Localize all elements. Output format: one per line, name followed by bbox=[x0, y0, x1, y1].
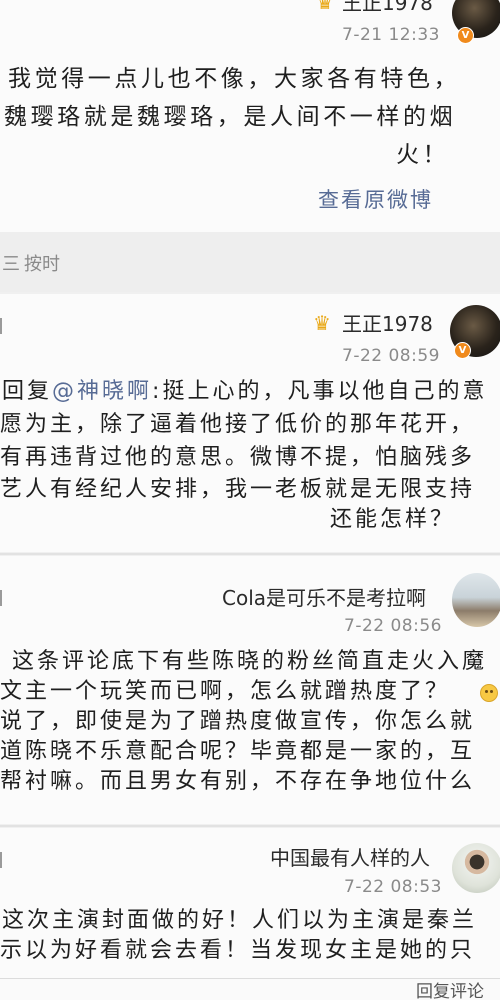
comment-text-line: 这次主演封面做的好！人们以为主演是秦兰 bbox=[2, 908, 478, 933]
reply-comment-button[interactable]: 回复评论 bbox=[416, 981, 500, 1000]
divider bbox=[0, 825, 500, 827]
comment-time: 7-22 08:56 bbox=[344, 616, 442, 636]
comment-text-line: 艺人有经纪人安排，我一老板就是无限支持 bbox=[0, 477, 476, 502]
comment-text-line: 道陈晓不乐意配合呢？毕竟都是一家的，互 bbox=[0, 739, 476, 764]
comment-text-line: 火！ bbox=[396, 142, 450, 168]
comment-author[interactable]: 中国最有人样的人 bbox=[270, 845, 430, 871]
edge-mark bbox=[0, 590, 2, 606]
comment-author[interactable]: 王正1978 bbox=[342, 311, 433, 337]
mention-link[interactable]: @神晓啊 bbox=[52, 379, 152, 404]
comment-author[interactable]: 王正1978 bbox=[342, 0, 433, 16]
user-avatar[interactable] bbox=[452, 843, 500, 893]
comment-text-line: 愿为主，除了逼着他接了低价的那年花开， bbox=[0, 412, 476, 437]
reply-prefix: 回复 bbox=[2, 379, 53, 404]
crown-icon: ♛ bbox=[313, 311, 331, 335]
comment-author[interactable]: Cola是可乐不是考拉啊 bbox=[222, 585, 426, 611]
sort-bar bbox=[0, 232, 500, 292]
comment-time: 7-21 12:33 bbox=[342, 25, 440, 45]
comment-text-line: 有再违背过他的意思。微博不提，怕脑残多 bbox=[0, 445, 476, 470]
comment-text-line: 文主一个玩笑而已啊，怎么就蹭热度了？ bbox=[0, 679, 451, 704]
view-original-weibo-link[interactable]: 查看原微博 bbox=[318, 186, 433, 214]
edge-mark bbox=[0, 852, 2, 868]
comment-text-line: 我觉得一点儿也不像，大家各有特色， bbox=[8, 66, 461, 92]
comment-text-line: 魏璎珞就是魏璎珞，是人间不一样的烟 bbox=[4, 104, 457, 130]
weibo-comments-page: V ♛ 王正1978 7-21 12:33 我觉得一点儿也不像，大家各有特色， … bbox=[0, 0, 500, 1000]
edge-mark bbox=[0, 318, 2, 334]
comment-text-line: 帮衬嘛。而且男女有别，不存在争地位什么 bbox=[0, 769, 476, 794]
comment-text-line: 示以为好看就会去看！当发现女主是她的只 bbox=[0, 938, 476, 963]
verified-badge-icon: V bbox=[457, 27, 474, 44]
comment-text-line: 还能怎样？ bbox=[330, 507, 456, 532]
comment-text-line: 这条评论底下有些陈晓的粉丝简直走火入魔 bbox=[12, 649, 488, 674]
divider bbox=[0, 553, 500, 555]
comment-time: 7-22 08:59 bbox=[342, 346, 440, 366]
comment-text-line: 回复@神晓啊:挺上心的，凡事以他自己的意 bbox=[2, 377, 500, 407]
user-avatar[interactable] bbox=[452, 573, 500, 627]
laughing-emoji-icon bbox=[480, 684, 498, 702]
sort-by-time-button[interactable]: 按时 bbox=[24, 254, 60, 276]
sort-icon[interactable]: 三 bbox=[2, 254, 20, 276]
crown-icon: ♛ bbox=[316, 0, 334, 14]
comment-time: 7-22 08:53 bbox=[344, 877, 442, 897]
comment-text-rest: :挺上心的，凡事以他自己的意 bbox=[152, 379, 488, 404]
verified-badge-icon: V bbox=[454, 342, 471, 359]
comment-text-line: 说了，即使是为了蹭热度做宣传，你怎么就 bbox=[0, 709, 476, 734]
